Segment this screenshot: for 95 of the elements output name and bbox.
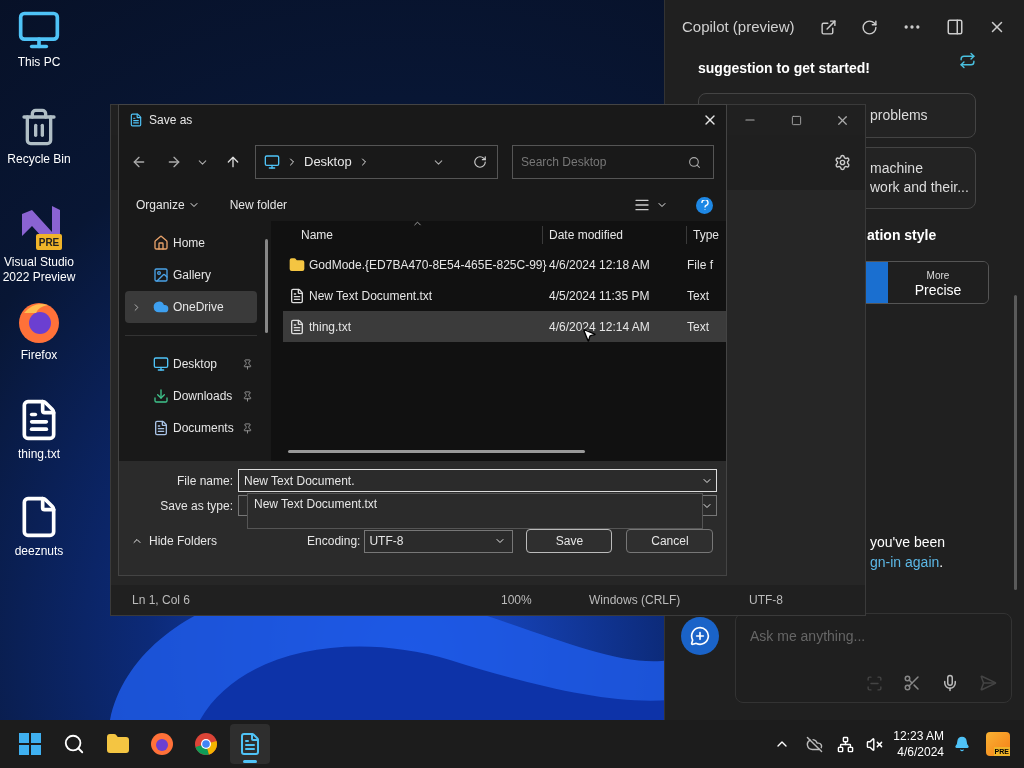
open-external-icon[interactable]: [820, 18, 837, 36]
scrollbar[interactable]: [265, 239, 268, 333]
chrome-icon: [194, 732, 218, 756]
repeat-icon[interactable]: [959, 52, 976, 69]
back-icon[interactable]: [131, 154, 147, 170]
cloud-off-icon[interactable]: [806, 735, 824, 753]
file-row[interactable]: GodMode.{ED7BA470-8E54-465E-825C-99} 4/6/2024 12:18 AM File f: [283, 249, 726, 280]
column-header: Type: [686, 226, 719, 244]
bell-icon[interactable]: [954, 736, 970, 752]
refresh-icon[interactable]: [861, 18, 878, 36]
text-file-icon: [289, 318, 305, 335]
desktop-shortcut[interactable]: deeznuts: [0, 485, 78, 582]
scrollbar[interactable]: [1014, 295, 1017, 590]
maximize-icon: [790, 114, 802, 126]
firefox-icon: [150, 732, 174, 756]
panel-title: Copilot (preview): [682, 16, 795, 37]
field-label: Save as type:: [159, 497, 234, 515]
volume-muted-icon[interactable]: [866, 735, 884, 753]
chat-input-box[interactable]: Ask me anything...: [735, 613, 1012, 703]
column-header: Date modified: [542, 226, 686, 244]
search-input[interactable]: Search Desktop: [521, 153, 688, 171]
nav-item[interactable]: Gallery: [125, 259, 257, 291]
hide-folders-button[interactable]: Hide Folders: [131, 532, 218, 550]
field-label: File name:: [175, 472, 234, 490]
desktop-shortcut[interactable]: Firefox: [0, 291, 78, 388]
breadcrumb-item[interactable]: Desktop: [304, 152, 352, 172]
new-folder-button[interactable]: New folder: [229, 196, 288, 214]
file-row[interactable]: thing.txt 4/6/2024 12:14 AM Text: [283, 311, 726, 342]
text-file-icon: [289, 287, 305, 304]
desktop-shortcut[interactable]: PRE Visual Studio 2022 Preview: [0, 194, 78, 291]
nav-item[interactable]: Documents: [125, 412, 257, 444]
settings-icon[interactable]: [834, 154, 851, 171]
up-icon[interactable]: [225, 154, 241, 170]
microphone-icon[interactable]: [941, 674, 959, 692]
notepad-icon: [238, 732, 262, 756]
suggestion-text: machine: [870, 159, 924, 178]
intro-text: suggestion to get started!: [698, 59, 870, 78]
chat-input[interactable]: Ask me anything...: [750, 626, 997, 647]
search-field[interactable]: Search Desktop: [512, 145, 714, 179]
search-icon: [688, 155, 701, 169]
status-text: Ln 1, Col 6: [132, 592, 192, 609]
status-text: Windows (CRLF): [589, 592, 682, 609]
desktop-icon: [153, 356, 169, 372]
file-name-input[interactable]: New Text Document.: [244, 471, 701, 490]
file-row[interactable]: New Text Document.txt 4/5/2024 11:35 PM Text: [283, 280, 726, 311]
notepad-icon: [129, 112, 143, 128]
save-button[interactable]: Save: [526, 529, 613, 553]
search-icon: [63, 733, 85, 755]
autocomplete-item[interactable]: New Text Document.txt: [254, 497, 378, 511]
file-name-field[interactable]: New Text Document.: [238, 469, 717, 492]
cloud-icon: [153, 299, 169, 315]
address-bar[interactable]: Desktop: [255, 145, 498, 179]
help-icon[interactable]: [696, 196, 713, 214]
cancel-button[interactable]: Cancel: [626, 529, 714, 553]
view-list-icon[interactable]: [634, 197, 650, 213]
nav-item[interactable]: OneDrive: [125, 291, 257, 323]
new-topic-button[interactable]: [681, 617, 719, 655]
gallery-icon: [153, 267, 169, 283]
taskbar-app[interactable]: [230, 724, 270, 764]
desktop-shortcut[interactable]: This PC: [0, 0, 78, 97]
sidebar-icon[interactable]: [946, 18, 964, 36]
column-header: Name: [300, 227, 334, 244]
section-heading: ation style: [867, 227, 937, 243]
encoding-select[interactable]: UTF-8: [364, 529, 514, 553]
forward-icon[interactable]: [166, 154, 182, 170]
network-icon[interactable]: [837, 735, 855, 753]
clock[interactable]: 12:23 AM 4/6/2024: [893, 728, 944, 760]
scissors-icon[interactable]: [903, 674, 921, 692]
desktop-shortcut[interactable]: Recycle Bin: [0, 97, 78, 194]
dialog-title: Save as: [149, 112, 193, 129]
pin-icon: [242, 358, 253, 370]
nav-item[interactable]: Desktop: [125, 348, 257, 380]
chat-plus-icon: [690, 626, 710, 646]
pc-icon: [264, 154, 280, 170]
organize-button[interactable]: Organize: [136, 196, 200, 214]
download-icon: [153, 388, 169, 404]
field-label: Encoding:: [307, 533, 361, 550]
status-text: 100%: [501, 592, 533, 609]
nav-item[interactable]: Home: [125, 227, 257, 259]
status-text: UTF-8: [749, 592, 783, 609]
desktop-shortcut[interactable]: thing.txt: [0, 388, 78, 485]
refresh-icon[interactable]: [473, 155, 487, 169]
notice-text: you've been: [870, 533, 947, 552]
home-icon: [153, 235, 169, 251]
notice-text: gn-in again.: [870, 553, 945, 572]
document-icon: [153, 420, 169, 436]
windows-logo-icon: [19, 733, 41, 755]
folder-icon: [106, 732, 130, 756]
folder-icon: [289, 256, 305, 273]
pin-icon: [242, 390, 253, 402]
suggestion-text: work and their...: [870, 178, 970, 197]
scrollbar[interactable]: [288, 450, 585, 453]
nav-item[interactable]: Downloads: [125, 380, 257, 412]
suggestion-text: problems: [870, 106, 929, 125]
pin-icon: [242, 422, 253, 434]
